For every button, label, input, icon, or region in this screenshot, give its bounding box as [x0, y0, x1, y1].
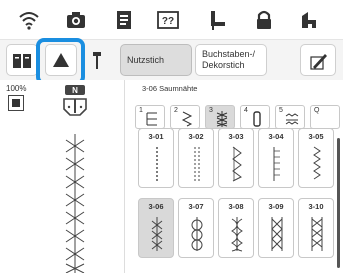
category-tab-number: 2 [174, 107, 178, 114]
stitch-tile-3-01[interactable]: 3-01 [138, 128, 174, 188]
top-bar: ?? [0, 0, 343, 40]
stitch-preview [60, 134, 90, 273]
stitch-tile-label: 3-10 [308, 202, 324, 211]
zigzag-stitch-icon [180, 111, 194, 127]
entredeux-stitch-icon [265, 215, 289, 253]
category-tab-number: 5 [279, 107, 283, 114]
category-header: 3-06 Saumnähte [142, 84, 198, 93]
ladder-stitch-icon [185, 215, 209, 253]
scrollbar[interactable] [337, 138, 340, 268]
help-icon[interactable]: ?? [156, 8, 180, 32]
straight-stitch-icon [145, 111, 159, 127]
stitch-tile-label: 3-02 [188, 132, 204, 141]
rick-rack-stitch-icon [225, 215, 249, 253]
stitch-tile-3-08[interactable]: 3-08 [218, 198, 254, 258]
letters-decorative-stitch-button[interactable]: Buchstaben-/ Dekorstich [195, 44, 267, 76]
category-tab-q[interactable]: Q [310, 105, 340, 129]
cross-hem-stitch-icon [305, 215, 329, 253]
stitch-tile-label: 3-09 [268, 202, 284, 211]
stitch-tile-label: 3-06 [148, 202, 164, 211]
camera-icon[interactable] [64, 8, 88, 32]
needle-icon [91, 50, 103, 70]
triple-stitch-icon [185, 145, 209, 183]
category-tab-number: 1 [139, 107, 143, 114]
stitch-width-percent: 100% [6, 84, 27, 93]
document-icon[interactable] [112, 8, 136, 32]
square-icon [12, 99, 20, 107]
edit-button[interactable] [300, 44, 336, 76]
category-tab-number: Q [314, 107, 320, 114]
stitch-tile-label: 3-01 [148, 132, 164, 141]
book-icon [12, 53, 32, 69]
stitch-tile-3-03[interactable]: 3-03 [218, 128, 254, 188]
lock-icon[interactable] [252, 8, 276, 32]
needle-position-button[interactable] [85, 44, 109, 76]
category-tab-number: 4 [244, 107, 248, 114]
stitch-tile-label: 3-07 [188, 202, 204, 211]
blind-hem-stitch-icon [225, 145, 249, 183]
quilt-stitch-icon [320, 111, 334, 127]
category-tab-1[interactable]: 1 [135, 105, 165, 129]
home-icon[interactable] [298, 8, 322, 32]
overlock-stitch-icon [305, 145, 329, 183]
presser-foot-letter: N [72, 86, 78, 95]
pencil-grid-icon [309, 51, 329, 71]
stitch-tile-3-09[interactable]: 3-09 [258, 198, 294, 258]
needle-threader-icon[interactable] [205, 8, 229, 32]
stitch-tile-label: 3-05 [308, 132, 324, 141]
hem-cross-stitch-icon [145, 215, 169, 253]
presser-foot-indicator: N [62, 85, 88, 117]
straight-stitch-icon [145, 145, 169, 183]
stitch-tile-3-06[interactable]: 3-06 [138, 198, 174, 258]
decorative-stitch-icon [285, 111, 299, 127]
wifi-icon[interactable] [17, 8, 41, 32]
category-tab-3[interactable]: 3 [205, 105, 235, 129]
stitch-tile-label: 3-08 [228, 202, 244, 211]
category-tab-number: 3 [209, 107, 213, 114]
buttonhole-icon [250, 111, 264, 127]
elastic-blind-hem-icon [265, 145, 289, 183]
book-button[interactable] [6, 44, 38, 76]
stitch-tile-3-10[interactable]: 3-10 [298, 198, 334, 258]
zoom-toggle[interactable] [8, 95, 24, 111]
stitch-tile-label: 3-04 [268, 132, 284, 141]
category-tab-4[interactable]: 4 [240, 105, 270, 129]
pivot-button-highlight [36, 38, 85, 85]
stitch-tile-label: 3-03 [228, 132, 244, 141]
category-tab-5[interactable]: 5 [275, 105, 305, 129]
stitch-tile-3-04[interactable]: 3-04 [258, 128, 294, 188]
utility-stitch-button[interactable]: Nutzstich [120, 44, 192, 76]
svg-text:??: ?? [162, 16, 174, 27]
stitch-tile-3-07[interactable]: 3-07 [178, 198, 214, 258]
stitch-tile-3-02[interactable]: 3-02 [178, 128, 214, 188]
stitch-tile-3-05[interactable]: 3-05 [298, 128, 334, 188]
category-tab-2[interactable]: 2 [170, 105, 200, 129]
hem-stitch-icon [215, 111, 229, 127]
